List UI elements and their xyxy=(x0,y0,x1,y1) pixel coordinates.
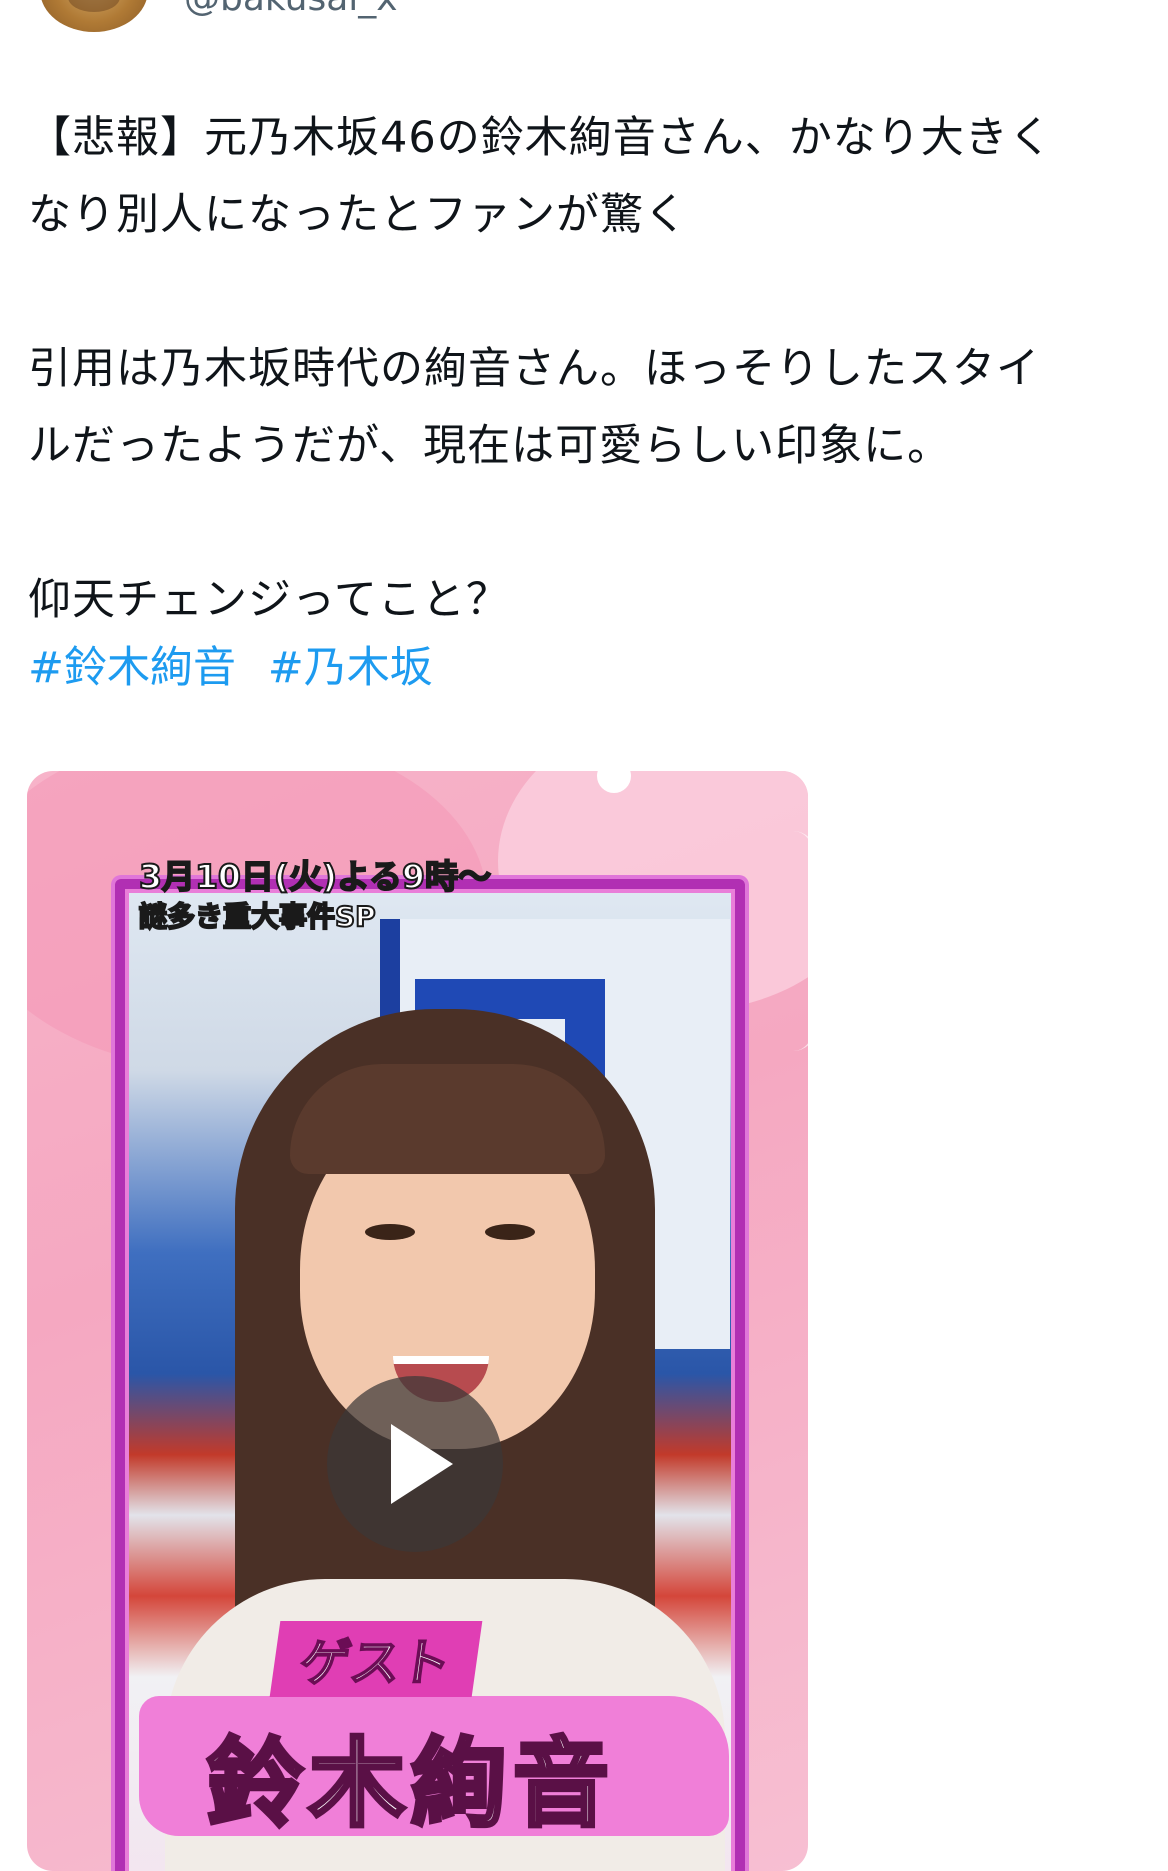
author-handle[interactable]: @bakusai_x xyxy=(184,0,398,19)
guest-name: 鈴木絢音 xyxy=(205,1726,615,1842)
hashtag-row: #鈴木絢音 #乃木坂 xyxy=(28,630,451,707)
person-eye xyxy=(365,1224,415,1240)
broadcast-date: 3月10日(火)よる9時〜 xyxy=(138,856,492,897)
play-button[interactable] xyxy=(327,1376,503,1552)
person-eye xyxy=(485,1224,535,1240)
broadcast-caption: 3月10日(火)よる9時〜 謎多き重大事件SP xyxy=(138,856,492,936)
video-thumbnail[interactable]: 3月10日(火)よる9時〜 謎多き重大事件SP ゲスト 鈴木絢音 xyxy=(27,771,808,1871)
tweet-text: 【悲報】元乃木坂46の鈴木絢音さん、かなり大きく なり別人になったとファンが驚く… xyxy=(28,113,1053,625)
person-bangs xyxy=(290,1064,605,1174)
avatar[interactable] xyxy=(40,0,148,32)
decoration-curve xyxy=(793,831,808,1051)
hashtag-link[interactable]: #乃木坂 xyxy=(268,643,433,693)
broadcast-title: 謎多き重大事件SP xyxy=(138,899,377,934)
guest-label: ゲスト xyxy=(269,1621,483,1697)
hashtag-link[interactable]: #鈴木絢音 xyxy=(28,643,236,693)
play-icon xyxy=(391,1424,453,1504)
